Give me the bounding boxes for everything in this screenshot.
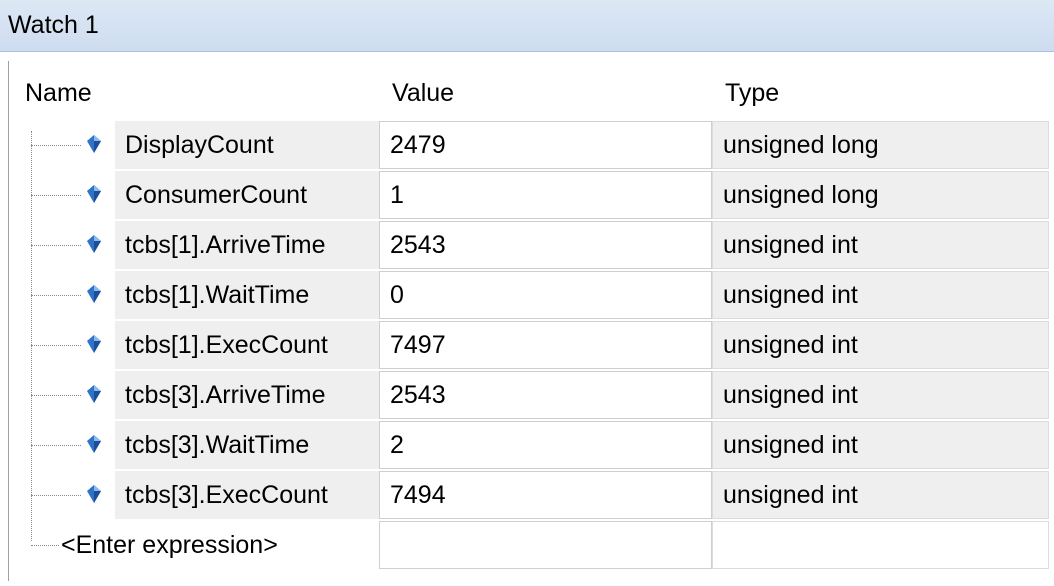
variable-diamond-icon: [87, 185, 101, 203]
watch-value-cell[interactable]: 2543: [379, 371, 712, 419]
tree-connector: [31, 495, 81, 496]
watch-type-cell: unsigned int: [712, 271, 1049, 319]
variable-diamond-icon: [87, 285, 101, 303]
tree-connector: [31, 445, 81, 446]
variable-diamond-icon: [87, 335, 101, 353]
enter-expression-type-cell: [712, 521, 1049, 569]
watch-type-cell: unsigned int: [712, 421, 1049, 469]
variable-diamond-icon: [87, 485, 101, 503]
tree-connector: [31, 545, 59, 546]
tree-connector: [31, 145, 81, 146]
enter-expression-value-cell[interactable]: [379, 521, 712, 569]
watch-value-cell[interactable]: 7494: [379, 471, 712, 519]
enter-expression-row[interactable]: <Enter expression>: [9, 521, 1049, 571]
window-title: Watch 1: [8, 11, 99, 39]
watch-row[interactable]: tcbs[1].ArriveTime 2543 unsigned int: [9, 221, 1049, 271]
tree-connector: [31, 345, 81, 346]
column-header-name[interactable]: Name: [25, 73, 92, 113]
watch-name-cell[interactable]: tcbs[3].ArriveTime: [115, 371, 379, 419]
watch-type-cell: unsigned long: [712, 171, 1049, 219]
variable-diamond-icon: [87, 235, 101, 253]
watch-name-cell[interactable]: tcbs[3].ExecCount: [115, 471, 379, 519]
watch-name-cell[interactable]: tcbs[1].ExecCount: [115, 321, 379, 369]
watch-value-cell[interactable]: 1: [379, 171, 712, 219]
column-header-type[interactable]: Type: [725, 73, 779, 113]
watch-row[interactable]: DisplayCount 2479 unsigned long: [9, 121, 1049, 171]
watch-row[interactable]: tcbs[1].WaitTime 0 unsigned int: [9, 271, 1049, 321]
enter-expression-input[interactable]: <Enter expression>: [61, 521, 278, 569]
watch-window-titlebar[interactable]: Watch 1: [0, 0, 1054, 52]
watch-name-cell[interactable]: DisplayCount: [115, 121, 379, 169]
watch-name-cell[interactable]: ConsumerCount: [115, 171, 379, 219]
column-header-value[interactable]: Value: [392, 73, 454, 113]
watch-value-cell[interactable]: 7497: [379, 321, 712, 369]
tree-connector: [31, 395, 81, 396]
watch-type-cell: unsigned int: [712, 221, 1049, 269]
tree-connector: [31, 195, 81, 196]
watch-row[interactable]: tcbs[3].ArriveTime 2543 unsigned int: [9, 371, 1049, 421]
watch-type-cell: unsigned int: [712, 321, 1049, 369]
watch-type-cell: unsigned int: [712, 471, 1049, 519]
variable-diamond-icon: [87, 135, 101, 153]
watch-name-cell[interactable]: tcbs[3].WaitTime: [115, 421, 379, 469]
watch-value-cell[interactable]: 0: [379, 271, 712, 319]
variable-diamond-icon: [87, 385, 101, 403]
watch-name-cell[interactable]: tcbs[1].ArriveTime: [115, 221, 379, 269]
watch-type-cell: unsigned int: [712, 371, 1049, 419]
watch-value-cell[interactable]: 2543: [379, 221, 712, 269]
watch-value-cell[interactable]: 2: [379, 421, 712, 469]
tree-connector: [31, 295, 81, 296]
watch-panel: Name Value Type DisplayCount 2479 unsigned…: [8, 61, 1049, 581]
watch-row[interactable]: ConsumerCount 1 unsigned long: [9, 171, 1049, 221]
variable-diamond-icon: [87, 435, 101, 453]
tree-connector: [31, 245, 81, 246]
watch-name-cell[interactable]: tcbs[1].WaitTime: [115, 271, 379, 319]
watch-value-cell[interactable]: 2479: [379, 121, 712, 169]
watch-row[interactable]: tcbs[3].WaitTime 2 unsigned int: [9, 421, 1049, 471]
watch-row[interactable]: tcbs[3].ExecCount 7494 unsigned int: [9, 471, 1049, 521]
watch-row[interactable]: tcbs[1].ExecCount 7497 unsigned int: [9, 321, 1049, 371]
watch-type-cell: unsigned long: [712, 121, 1049, 169]
